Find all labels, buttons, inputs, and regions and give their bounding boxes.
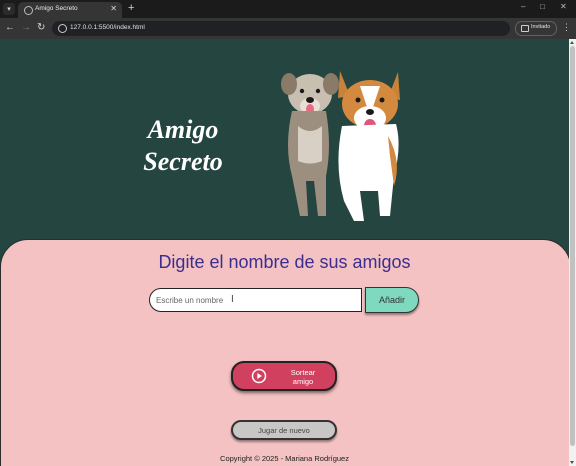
tab-strip: ▾ Amigo Secreto ✕ + – □ ✕ [0,0,576,18]
dogs-illustration [281,71,400,221]
draw-label-line-2: amigo [292,377,314,386]
scroll-down-icon[interactable] [570,461,574,464]
draw-friend-button[interactable]: Sortear amigo [231,361,337,391]
tab-search-button[interactable]: ▾ [3,3,15,15]
page-viewport: Amigo Secreto Digite el nombre de sus am… [0,39,569,466]
site-info-icon[interactable] [58,24,67,33]
scroll-thumb[interactable] [570,46,575,446]
maximize-icon[interactable]: □ [540,2,545,11]
play-icon [251,368,267,384]
browser-toolbar: ← → ↻ 127.0.0.1:5500/index.html Invitado… [0,18,576,39]
add-button[interactable]: Añadir [365,287,419,313]
title-line-2: Secreto [143,147,223,176]
guest-profile-icon [521,25,529,32]
scroll-up-icon[interactable] [570,41,574,44]
window-close-icon[interactable]: ✕ [560,2,567,11]
forward-icon[interactable]: → [21,22,31,33]
url-text[interactable]: 127.0.0.1:5500/index.html [70,24,145,31]
copyright-footer: Copyright © 2025 - Mariana Rodríguez [220,454,349,463]
globe-icon [24,6,33,15]
minimize-icon[interactable]: – [521,2,525,11]
reload-icon[interactable]: ↻ [37,22,45,33]
name-input[interactable] [149,288,362,312]
address-bar[interactable]: 127.0.0.1:5500/index.html [52,21,510,36]
menu-icon[interactable]: ⋮ [562,22,571,33]
back-icon[interactable]: ← [5,22,15,33]
new-tab-button[interactable]: + [128,2,134,14]
tab-title: Amigo Secreto [35,5,78,12]
draw-label-line-1: Sortear [290,368,316,377]
vertical-scrollbar[interactable] [569,39,576,466]
profile-label: Invitado [531,24,551,30]
close-icon[interactable]: ✕ [110,4,117,13]
section-heading: Digite el nombre de sus amigos [158,252,411,272]
page-title: Amigo Secreto [118,114,248,178]
title-line-1: Amigo [147,115,219,144]
tab-amigo-secreto[interactable]: Amigo Secreto ✕ [18,2,122,18]
text-cursor-icon: I [231,294,234,305]
draw-button-label: Sortear amigo [279,368,327,386]
play-again-button[interactable]: Jugar de nuevo [231,420,337,440]
profile-button[interactable]: Invitado [515,21,557,36]
